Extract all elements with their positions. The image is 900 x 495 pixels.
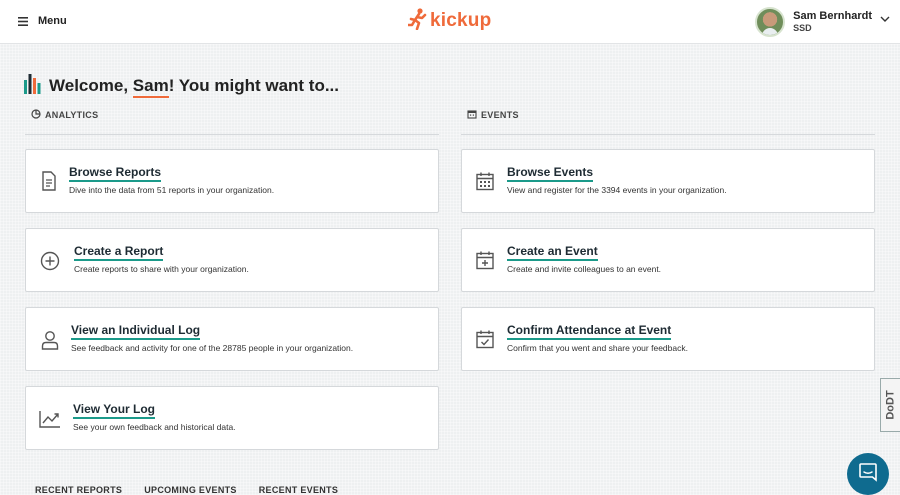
browse-reports-link[interactable]: Browse Reports (69, 166, 162, 182)
kickup-logo[interactable]: kickup (406, 7, 492, 35)
person-icon (39, 329, 61, 351)
top-bar: Menu kickup Sam Bernhardt SSD (0, 0, 900, 44)
create-report-link[interactable]: Create a Report (74, 245, 164, 261)
calendar-icon (474, 170, 496, 192)
card-description: See your own feedback and historical dat… (73, 422, 236, 432)
card-description: Create reports to share with your organi… (74, 264, 249, 274)
hamburger-icon (18, 16, 28, 26)
view-individual-log-link[interactable]: View an Individual Log (71, 324, 201, 340)
browse-reports-card[interactable]: Browse Reports Dive into the data from 5… (25, 149, 439, 213)
page-title: Welcome, Sam! You might want to... (49, 76, 339, 98)
user-menu[interactable]: Sam Bernhardt SSD (755, 4, 890, 40)
card-description: Confirm that you went and share your fee… (507, 343, 688, 353)
card-description: See feedback and activity for one of the… (71, 343, 354, 353)
chevron-down-icon (880, 9, 890, 27)
welcome-heading: Welcome, Sam! You might want to... (24, 72, 339, 100)
pie-chart-icon (31, 109, 41, 121)
confirm-attendance-link[interactable]: Confirm Attendance at Event (507, 324, 672, 340)
welcome-name: Sam (132, 76, 169, 98)
user-name: Sam Bernhardt (793, 9, 872, 22)
side-tab-label: DoDT (884, 390, 897, 420)
create-event-link[interactable]: Create an Event (507, 245, 598, 261)
plus-circle-icon (39, 250, 61, 272)
confirm-attendance-card[interactable]: Confirm Attendance at Event Confirm that… (461, 307, 875, 371)
divider (25, 134, 439, 135)
divider (461, 134, 875, 135)
events-label: EVENTS (481, 110, 519, 120)
tab-recent-events[interactable]: RECENT EVENTS (259, 485, 338, 495)
bar-chart-icon (24, 73, 41, 99)
tab-recent-reports[interactable]: RECENT REPORTS (35, 485, 122, 495)
calendar-plus-icon (474, 249, 496, 271)
side-feedback-tab[interactable]: DoDT (880, 378, 900, 432)
calendar-check-icon (474, 328, 496, 350)
analytics-label: ANALYTICS (45, 110, 99, 120)
chat-icon (858, 462, 878, 487)
document-icon (38, 170, 60, 192)
user-org: SSD (793, 22, 812, 33)
card-description: Create and invite colleagues to an event… (507, 264, 662, 274)
bottom-tabs: RECENT REPORTS UPCOMING EVENTS RECENT EV… (35, 485, 338, 495)
logo-text: kickup (430, 10, 492, 31)
browse-events-card[interactable]: Browse Events View and register for the … (461, 149, 875, 213)
create-event-card[interactable]: Create an Event Create and invite collea… (461, 228, 875, 292)
calendar-small-icon (467, 109, 477, 121)
runner-icon (406, 7, 428, 35)
events-section-header: EVENTS (467, 105, 519, 125)
card-description: Dive into the data from 51 reports in yo… (69, 185, 275, 195)
line-chart-icon (39, 408, 61, 430)
menu-label: Menu (38, 15, 67, 27)
browse-events-link[interactable]: Browse Events (507, 166, 594, 182)
create-report-card[interactable]: Create a Report Create reports to share … (25, 228, 439, 292)
avatar (755, 7, 786, 37)
chat-button[interactable] (847, 453, 889, 495)
view-your-log-card[interactable]: View Your Log See your own feedback and … (25, 386, 439, 450)
analytics-section-header: ANALYTICS (31, 105, 98, 125)
tab-upcoming-events[interactable]: UPCOMING EVENTS (144, 485, 237, 495)
menu-button[interactable]: Menu (18, 13, 67, 29)
view-your-log-link[interactable]: View Your Log (73, 403, 156, 419)
view-individual-log-card[interactable]: View an Individual Log See feedback and … (25, 307, 439, 371)
card-description: View and register for the 3394 events in… (507, 185, 727, 195)
